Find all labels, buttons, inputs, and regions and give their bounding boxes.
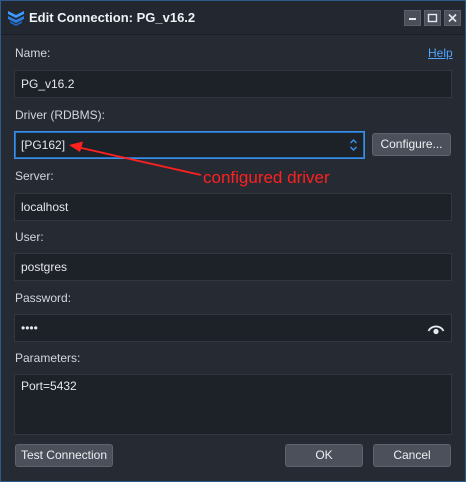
user-label: User: [15,230,44,244]
driver-select-value: [PG162] [21,138,66,152]
annotation-text: configured driver [203,168,330,187]
parameters-textarea[interactable]: Port=5432 [21,379,445,430]
app-logo-icon [8,11,24,26]
name-input[interactable] [21,71,445,97]
title-bar[interactable]: Edit Connection: PG_v16.2 [1,1,465,35]
parameters-textarea-wrapper: Port=5432 [14,374,452,435]
edit-connection-dialog: Edit Connection: PG_v16.2 Name: Help Dri… [0,0,466,482]
ok-button[interactable]: OK [285,444,363,467]
eye-icon[interactable] [427,322,445,335]
user-input[interactable] [21,254,445,280]
cancel-button[interactable]: Cancel [373,444,451,467]
updown-chevron-icon [349,138,358,152]
name-label: Name: [15,46,51,60]
password-input-wrapper: •••• [14,314,452,342]
user-input-wrapper [14,253,452,281]
close-button[interactable] [444,10,461,26]
password-input[interactable]: •••• [21,321,38,335]
window-title: Edit Connection: PG_v16.2 [29,10,196,25]
configure-button[interactable]: Configure... [372,133,451,156]
maximize-icon [427,13,438,23]
close-icon [448,13,457,23]
parameters-label: Parameters: [15,351,81,365]
test-connection-button[interactable]: Test Connection [15,444,113,467]
minimize-icon [409,18,416,20]
name-input-wrapper [14,70,452,98]
annotation-arrow-icon [69,141,202,176]
server-input[interactable] [21,194,445,220]
driver-label: Driver (RDBMS): [15,108,105,122]
server-label: Server: [15,169,54,183]
password-label: Password: [15,291,72,305]
server-input-wrapper [14,193,452,221]
maximize-button[interactable] [424,10,441,26]
minimize-button[interactable] [404,10,421,26]
help-link[interactable]: Help [428,46,453,60]
